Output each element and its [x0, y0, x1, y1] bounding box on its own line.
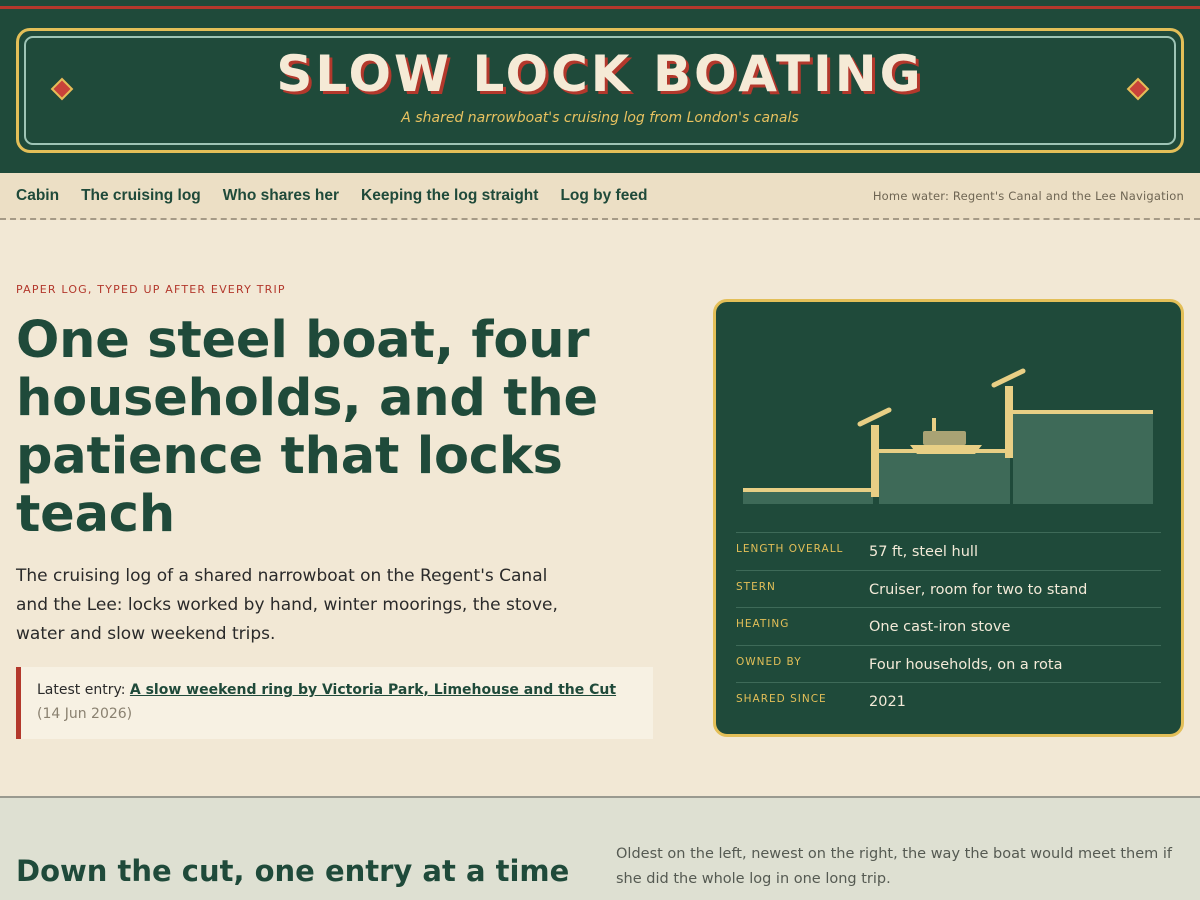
- nav-log-by-feed[interactable]: Log by feed: [560, 187, 647, 205]
- spec-label: OWNED BY: [736, 655, 802, 668]
- lock-chamber-water: [879, 451, 1010, 504]
- spec-row: OWNED BY Four households, on a rota: [736, 644, 1161, 683]
- lock-illustration: [743, 368, 1153, 504]
- spec-row: STERN Cruiser, room for two to stand: [736, 569, 1161, 608]
- site-header: SLOW LOCK BOATING A shared narrowboat's …: [0, 10, 1200, 173]
- latest-entry-link[interactable]: A slow weekend ring by Victoria Park, Li…: [130, 682, 616, 698]
- upper-gate: [1005, 386, 1013, 458]
- boat-hull: [910, 445, 982, 454]
- spec-value: 2021: [869, 694, 906, 710]
- spec-row: LENGTH OVERALL 57 ft, steel hull: [736, 532, 1161, 570]
- spec-value: One cast-iron stove: [869, 619, 1011, 635]
- home-water-note: Home water: Regent's Canal and the Lee N…: [872, 189, 1184, 203]
- log-section: Down the cut, one entry at a time Oldest…: [0, 796, 1200, 900]
- lower-gate: [871, 425, 879, 497]
- spec-value: Four households, on a rota: [869, 656, 1063, 673]
- nav-keeping-log-straight[interactable]: Keeping the log straight: [361, 187, 538, 205]
- spec-value: Cruiser, room for two to stand: [869, 581, 1088, 598]
- nav-who-shares-her[interactable]: Who shares her: [223, 187, 339, 205]
- lower-gate-beam: [857, 407, 892, 427]
- nav-links: Cabin The cruising log Who shares her Ke…: [16, 187, 647, 205]
- latest-entry-prefix: Latest entry:: [37, 682, 126, 698]
- boat-spec-card: LENGTH OVERALL 57 ft, steel hull STERN C…: [713, 299, 1184, 737]
- boat-chimney: [932, 418, 936, 431]
- latest-entry-callout: Latest entry: A slow weekend ring by Vic…: [16, 667, 653, 739]
- latest-entry-date: (14 Jun 2026): [37, 706, 133, 722]
- spec-label: STERN: [736, 580, 776, 593]
- hero-lede: The cruising log of a shared narrowboat …: [16, 566, 558, 644]
- site-subtitle: A shared narrowboat's cruising log from …: [401, 110, 799, 126]
- spec-label: LENGTH OVERALL: [736, 543, 844, 555]
- spec-row: HEATING One cast-iron stove: [736, 607, 1161, 645]
- section-title: Down the cut, one entry at a time: [16, 854, 570, 888]
- site-title[interactable]: SLOW LOCK BOATING: [0, 44, 1200, 104]
- upper-gate-beam: [991, 368, 1026, 388]
- nav-cruising-log[interactable]: The cruising log: [81, 187, 201, 205]
- boat-cabin: [923, 431, 966, 445]
- main-nav: Cabin The cruising log Who shares her Ke…: [0, 173, 1200, 220]
- section-note: Oldest on the left, newest on the right,…: [616, 846, 1172, 887]
- spec-row: SHARED SINCE 2021: [736, 682, 1161, 720]
- nav-cabin[interactable]: Cabin: [16, 187, 59, 205]
- hero-kicker: PAPER LOG, TYPED UP AFTER EVERY TRIP: [16, 283, 286, 296]
- lower-water: [743, 490, 873, 504]
- spec-value: 57 ft, steel hull: [869, 544, 978, 560]
- spec-table: LENGTH OVERALL 57 ft, steel hull STERN C…: [736, 532, 1161, 720]
- top-rule: [0, 0, 1200, 10]
- upper-water: [1013, 412, 1153, 504]
- spec-label: SHARED SINCE: [736, 693, 827, 705]
- hero-headline: One steel boat, four households, and the…: [16, 311, 598, 544]
- spec-label: HEATING: [736, 618, 790, 630]
